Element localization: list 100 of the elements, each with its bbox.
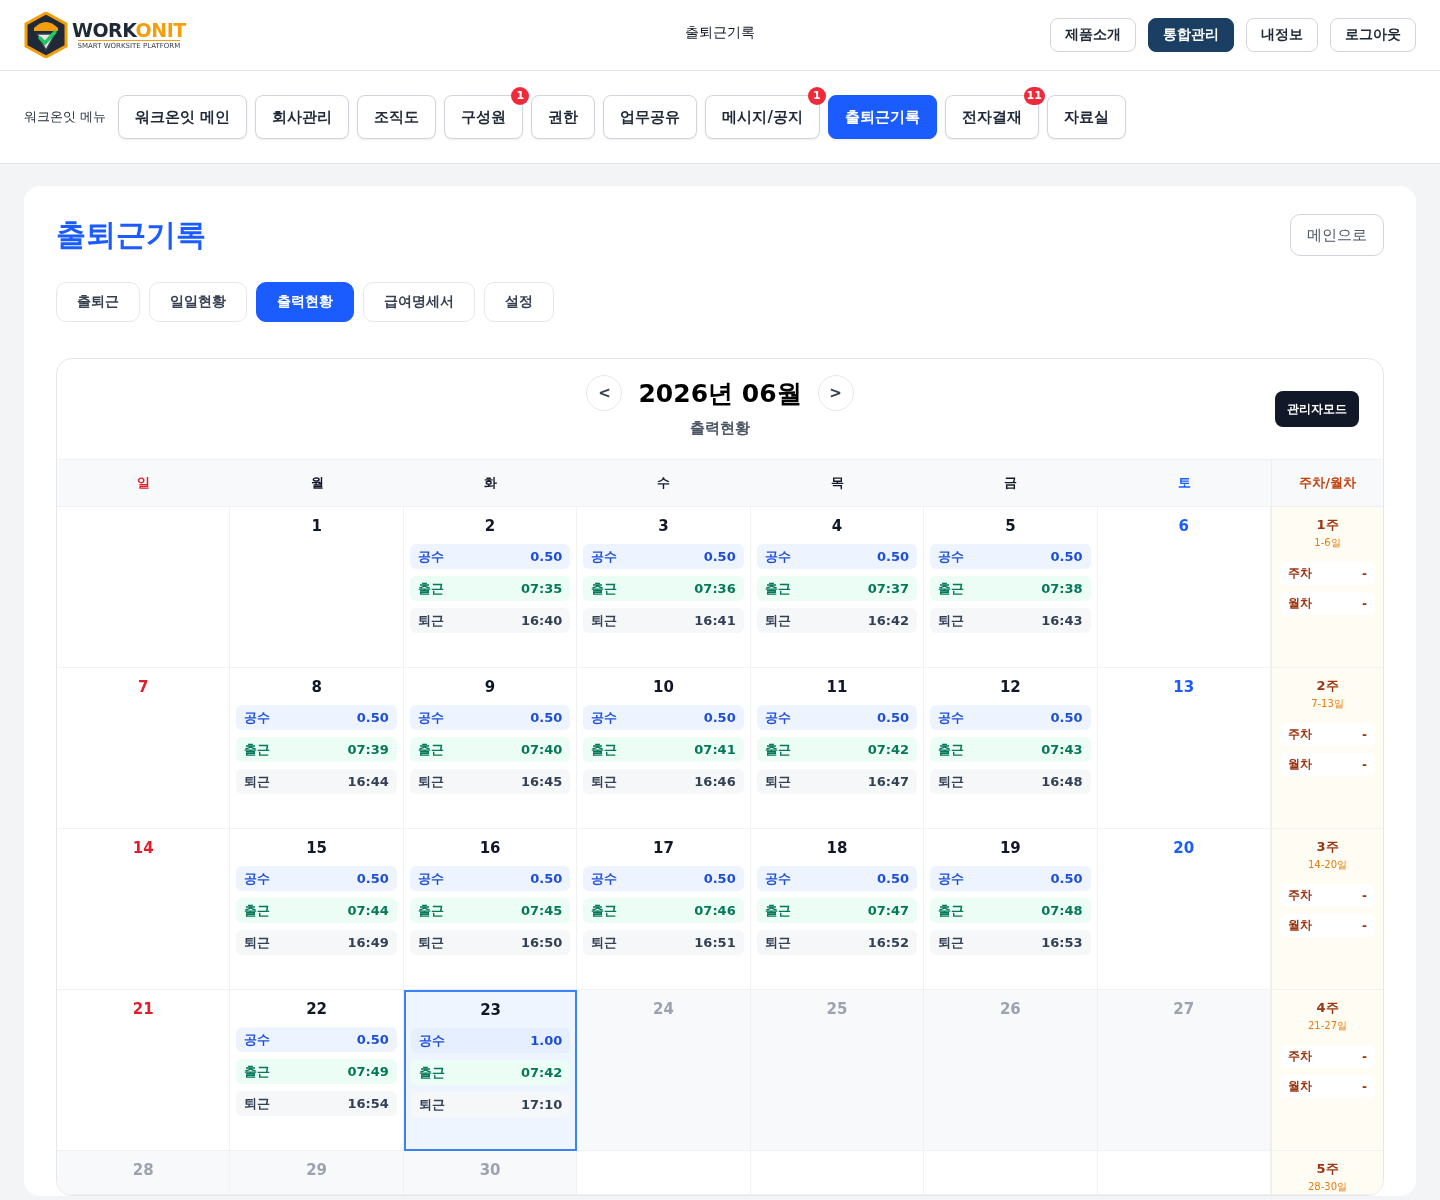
day-cell[interactable]: 19 공수 0.50 출근 07:48 퇴근 16:53 bbox=[924, 829, 1098, 990]
day-cell[interactable]: 20 bbox=[1097, 829, 1271, 990]
day-cell[interactable]: 7 bbox=[57, 668, 231, 829]
record-value: 0.50 bbox=[703, 549, 736, 564]
summary-heading: 주차/월차 bbox=[1299, 474, 1356, 492]
count-badge: 1 bbox=[511, 87, 530, 105]
day-number: 7 bbox=[138, 678, 149, 696]
tab[interactable]: 급여명세서 bbox=[363, 282, 475, 322]
record-value: 16:49 bbox=[347, 935, 389, 950]
record-value: 16:45 bbox=[520, 774, 563, 789]
record-label: 퇴근 bbox=[244, 772, 271, 791]
record-value: 07:44 bbox=[347, 903, 389, 918]
header-button[interactable]: 내정보 bbox=[1246, 18, 1318, 52]
day-cell[interactable]: 9 공수 0.50 출근 07:40 퇴근 16:45 bbox=[403, 668, 578, 829]
menu-button[interactable]: 워크온잇 메인 bbox=[118, 95, 248, 139]
prev-month-button[interactable]: < bbox=[586, 375, 623, 411]
day-cell[interactable]: 21 bbox=[57, 990, 231, 1151]
day-cell[interactable]: 15 공수 0.50 출근 07:44 퇴근 16:49 bbox=[230, 829, 404, 990]
record-label: 공수 bbox=[417, 547, 444, 566]
leave-label: 주차 bbox=[1288, 1048, 1312, 1065]
tab[interactable]: 출력현황 bbox=[256, 282, 354, 322]
record-value: 16:52 bbox=[867, 935, 910, 950]
day-number: 1 bbox=[311, 517, 322, 535]
day-cell[interactable]: 2 공수 0.50 출근 07:35 퇴근 16:40 bbox=[403, 507, 578, 668]
tab[interactable]: 일일현황 bbox=[149, 282, 247, 322]
day-cell[interactable]: 1 bbox=[230, 507, 404, 668]
back-button[interactable]: 메인으로 bbox=[1290, 214, 1384, 256]
month-title: 2026년 06월 bbox=[638, 377, 802, 410]
tab[interactable]: 출퇴근 bbox=[56, 282, 140, 322]
day-number: 10 bbox=[653, 678, 674, 696]
leave-label: 주차 bbox=[1288, 726, 1312, 743]
week-range: 1-6일 bbox=[1314, 536, 1341, 550]
record-value: 07:48 bbox=[1041, 903, 1083, 918]
week-title: 5주 bbox=[1316, 1160, 1339, 1178]
day-cell[interactable]: 8 공수 0.50 출근 07:39 퇴근 16:44 bbox=[230, 668, 404, 829]
weekday-label: 금 bbox=[1004, 474, 1018, 492]
day-cell[interactable]: 18 공수 0.50 출근 07:47 퇴근 16:52 bbox=[750, 829, 925, 990]
day-number: 20 bbox=[1173, 839, 1195, 857]
day-cell[interactable]: 3 공수 0.50 출근 07:36 퇴근 16:41 bbox=[577, 507, 751, 668]
record-value: 0.50 bbox=[356, 710, 389, 725]
header-button[interactable]: 통합관리 bbox=[1148, 18, 1234, 52]
record-label: 출근 bbox=[417, 901, 444, 920]
day-cell[interactable]: 5 공수 0.50 출근 07:38 퇴근 16:43 bbox=[924, 507, 1098, 668]
leave-value: - bbox=[1362, 757, 1367, 772]
record-label: 출근 bbox=[244, 901, 271, 920]
week-title: 4주 bbox=[1316, 999, 1339, 1017]
menu-button[interactable]: 조직도 bbox=[357, 95, 437, 139]
menu-button[interactable]: 회사관리 bbox=[255, 95, 350, 139]
day-number: 27 bbox=[1173, 1000, 1195, 1018]
record-label: 공수 bbox=[417, 708, 444, 727]
day-cell[interactable] bbox=[750, 1151, 925, 1195]
record-value: 07:39 bbox=[347, 742, 389, 757]
menu-button[interactable]: 권한 bbox=[531, 95, 596, 139]
record-value: 16:42 bbox=[867, 613, 910, 628]
day-cell[interactable]: 14 bbox=[57, 829, 231, 990]
day-number: 17 bbox=[653, 839, 674, 857]
record-value: 0.50 bbox=[703, 871, 736, 886]
tab[interactable]: 설정 bbox=[484, 282, 554, 322]
day-cell[interactable]: 23 공수 1.00 출근 07:42 퇴근 17:10 bbox=[403, 990, 578, 1151]
record-label: 퇴근 bbox=[591, 933, 618, 952]
record-value: 07:38 bbox=[1041, 581, 1083, 596]
leave-label: 주차 bbox=[1288, 887, 1312, 904]
day-cell[interactable] bbox=[924, 1151, 1098, 1195]
leave-value: - bbox=[1362, 566, 1367, 581]
admin-mode-button[interactable]: 관리자모드 bbox=[1275, 391, 1359, 427]
day-cell[interactable] bbox=[577, 1151, 751, 1195]
record-value: 17:10 bbox=[520, 1097, 563, 1112]
record-value: 16:47 bbox=[867, 774, 910, 789]
day-cell[interactable]: 16 공수 0.50 출근 07:45 퇴근 16:50 bbox=[403, 829, 578, 990]
day-cell[interactable]: 13 bbox=[1097, 668, 1271, 829]
record-label: 출근 bbox=[418, 1063, 445, 1082]
record-label: 공수 bbox=[244, 708, 271, 727]
record-label: 퇴근 bbox=[417, 772, 444, 791]
day-number: 13 bbox=[1173, 678, 1195, 696]
record-label: 공수 bbox=[591, 547, 618, 566]
next-month-button[interactable]: > bbox=[817, 375, 854, 411]
header-button[interactable]: 로그아웃 bbox=[1330, 18, 1416, 52]
menu-button[interactable]: 자료실 bbox=[1046, 95, 1126, 139]
record-value: 16:46 bbox=[694, 774, 736, 789]
day-cell[interactable]: 10 공수 0.50 출근 07:41 퇴근 16:46 bbox=[577, 668, 751, 829]
week-title: 2주 bbox=[1316, 677, 1339, 695]
record-value: 07:45 bbox=[520, 903, 563, 918]
week-range: 7-13일 bbox=[1311, 697, 1344, 711]
menu-button[interactable]: 출퇴근기록 bbox=[827, 95, 937, 139]
day-cell[interactable] bbox=[1097, 1151, 1271, 1195]
day-cell[interactable]: 4 공수 0.50 출근 07:37 퇴근 16:42 bbox=[750, 507, 925, 668]
record-value: 16:50 bbox=[520, 935, 563, 950]
record-label: 출근 bbox=[244, 1062, 271, 1081]
day-cell[interactable]: 11 공수 0.50 출근 07:42 퇴근 16:47 bbox=[750, 668, 925, 829]
day-cell[interactable]: 22 공수 0.50 출근 07:49 퇴근 16:54 bbox=[230, 990, 404, 1151]
day-cell[interactable] bbox=[57, 507, 231, 668]
day-cell[interactable]: 6 bbox=[1097, 507, 1271, 668]
leave-label: 주차 bbox=[1288, 565, 1312, 582]
day-number: 4 bbox=[831, 517, 843, 535]
header-button[interactable]: 제품소개 bbox=[1050, 18, 1136, 52]
day-cell[interactable]: 17 공수 0.50 출근 07:46 퇴근 16:51 bbox=[577, 829, 751, 990]
menu-button[interactable]: 업무공유 bbox=[603, 95, 698, 139]
day-number: 24 bbox=[653, 1000, 674, 1018]
day-cell[interactable]: 12 공수 0.50 출근 07:43 퇴근 16:48 bbox=[924, 668, 1098, 829]
leave-value: - bbox=[1362, 727, 1367, 742]
